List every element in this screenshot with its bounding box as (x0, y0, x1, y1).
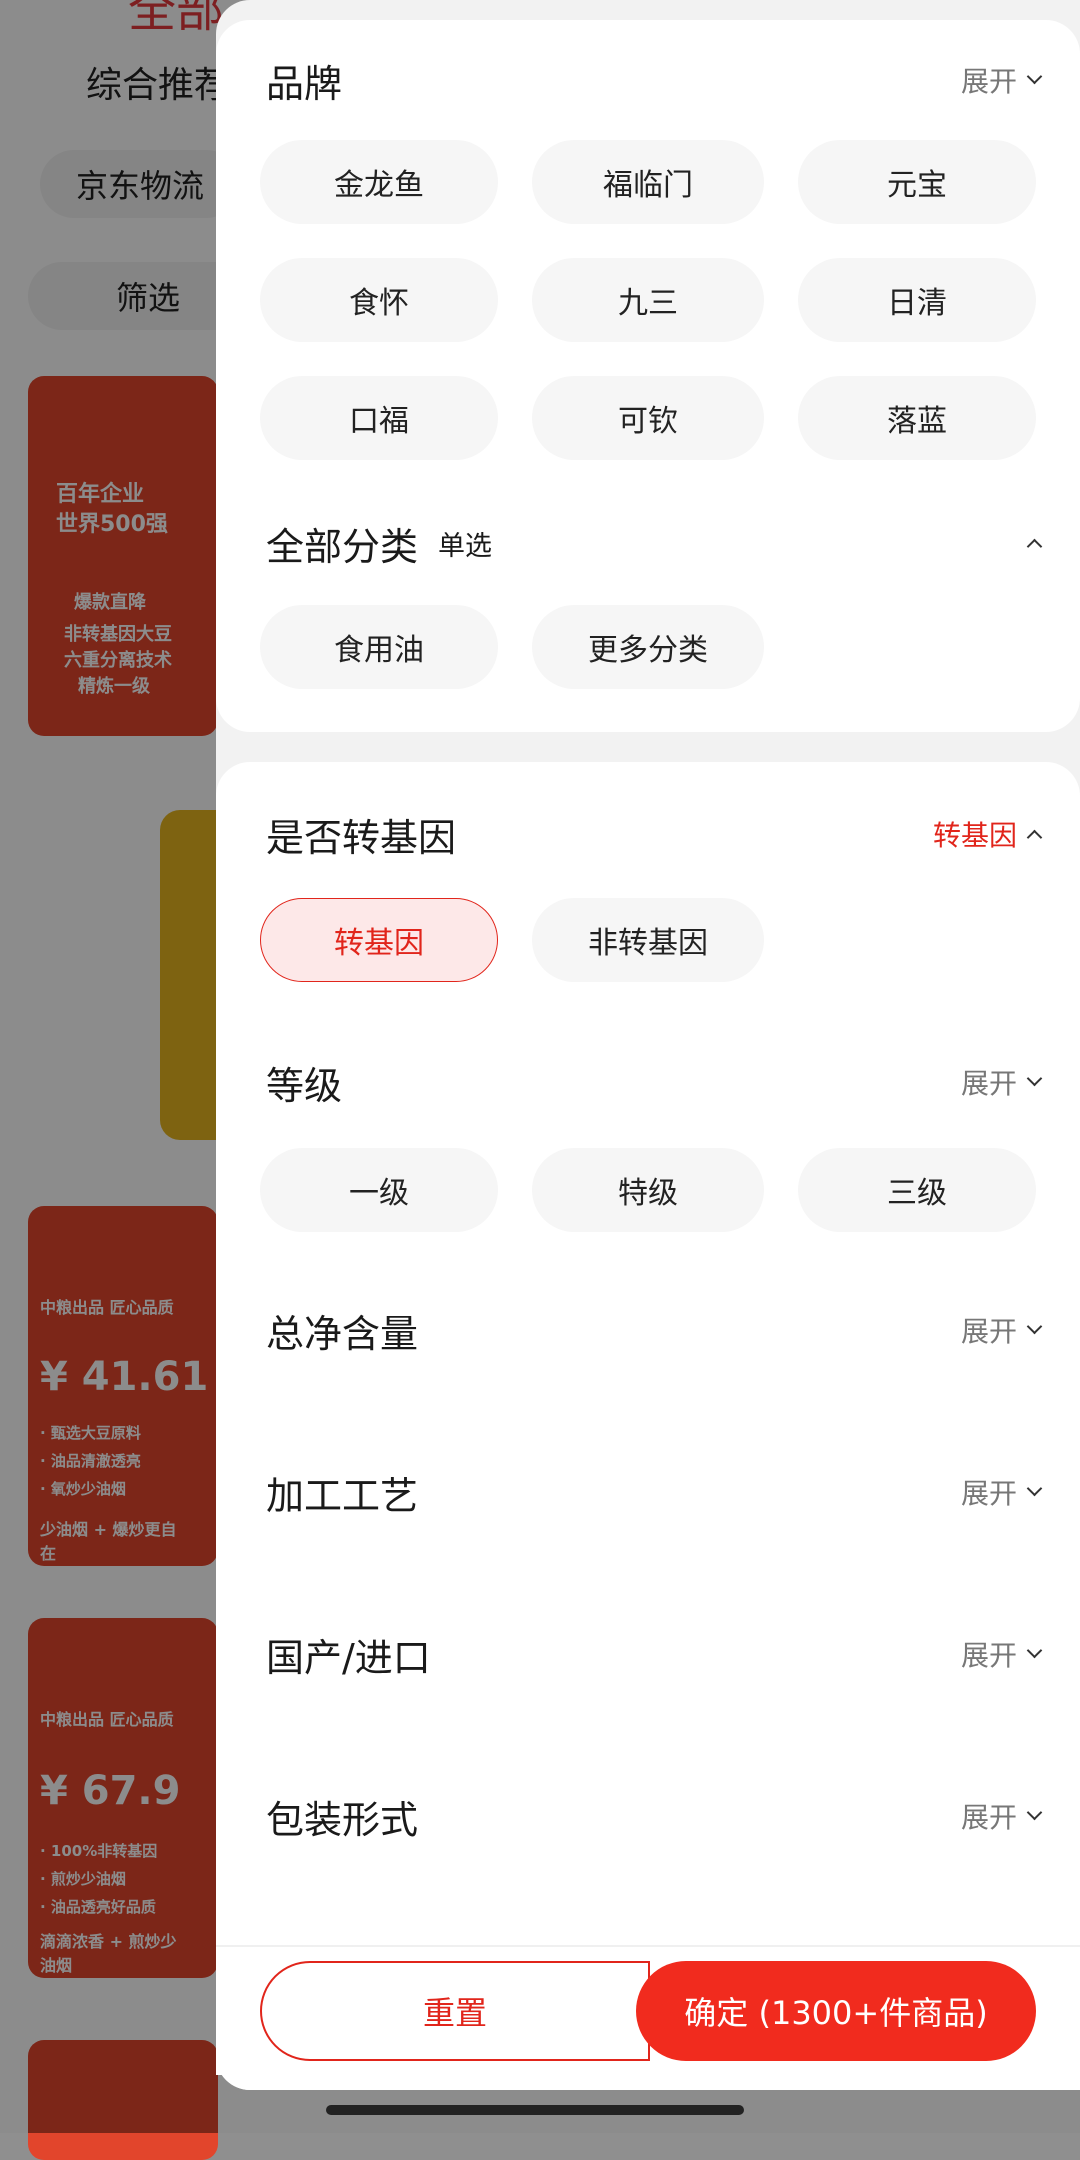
category-collapse-toggle[interactable] (1017, 535, 1043, 554)
brand-section-header: 品牌 展开 (266, 50, 1043, 110)
brand-chip[interactable]: 口福 (260, 376, 498, 460)
net-content-expand-toggle[interactable]: 展开 (960, 1310, 1043, 1350)
gmo-chip[interactable]: 非转基因 (532, 898, 764, 982)
brand-chip[interactable]: 金龙鱼 (260, 140, 498, 224)
chevron-down-icon (1026, 1318, 1043, 1334)
grade-chip[interactable]: 三级 (798, 1148, 1036, 1232)
net-content-section-header[interactable]: 总净含量 展开 (266, 1300, 1043, 1360)
process-title: 加工工艺 (266, 1473, 419, 1518)
brand-chip[interactable]: 九三 (532, 258, 764, 342)
grade-chip[interactable]: 特级 (532, 1148, 764, 1232)
chevron-down-icon (1026, 1804, 1043, 1820)
category-section-header: 全部分类 单选 (266, 513, 1043, 573)
packaging-section-header[interactable]: 包装形式 展开 (266, 1786, 1043, 1846)
chevron-up-icon (1026, 829, 1043, 845)
category-title: 全部分类 (266, 524, 419, 569)
gmo-chip-selected[interactable]: 转基因 (260, 898, 498, 982)
reset-button[interactable]: 重置 (260, 1961, 650, 2061)
brand-title: 品牌 (266, 61, 343, 106)
brand-chip[interactable]: 食怀 (260, 258, 498, 342)
brand-chip[interactable]: 元宝 (798, 140, 1036, 224)
category-chip[interactable]: 更多分类 (532, 605, 764, 689)
origin-title: 国产/进口 (266, 1635, 431, 1680)
chevron-down-icon (1026, 1642, 1043, 1658)
chevron-down-icon (1026, 1070, 1043, 1086)
brand-chip[interactable]: 落蓝 (798, 376, 1036, 460)
gmo-collapse-toggle[interactable]: 转基因 (932, 814, 1043, 854)
gmo-selected-summary: 转基因 (932, 819, 1017, 852)
brand-chip[interactable]: 日清 (798, 258, 1036, 342)
brand-chip[interactable]: 福临门 (532, 140, 764, 224)
expand-label: 展开 (960, 1067, 1017, 1100)
gmo-title: 是否转基因 (266, 815, 457, 860)
grade-options: 一级 特级 三级 (260, 1148, 1040, 1232)
grade-section-header: 等级 展开 (266, 1052, 1043, 1112)
confirm-button[interactable]: 确定 (1300+件商品) (636, 1961, 1036, 2061)
process-expand-toggle[interactable]: 展开 (960, 1472, 1043, 1512)
category-chip[interactable]: 食用油 (260, 605, 498, 689)
brand-expand-toggle[interactable]: 展开 (960, 60, 1043, 100)
brand-options: 金龙鱼 福临门 元宝 食怀 九三 日清 口福 可钦 落蓝 (260, 140, 1040, 460)
filter-drawer: 品牌 展开 金龙鱼 福临门 元宝 食怀 九三 日清 口福 可钦 落蓝 全部分类 … (216, 0, 1080, 2090)
chevron-up-icon (1026, 538, 1043, 554)
category-mode: 单选 (438, 530, 493, 562)
filter-panel-brand-category: 品牌 展开 金龙鱼 福临门 元宝 食怀 九三 日清 口福 可钦 落蓝 全部分类 … (216, 20, 1080, 732)
footer-divider (216, 1945, 1080, 1947)
expand-label: 展开 (960, 65, 1017, 98)
packaging-expand-toggle[interactable]: 展开 (960, 1796, 1043, 1836)
origin-expand-toggle[interactable]: 展开 (960, 1634, 1043, 1674)
process-section-header[interactable]: 加工工艺 展开 (266, 1462, 1043, 1522)
gmo-section-header: 是否转基因 转基因 (266, 804, 1043, 864)
category-options: 食用油 更多分类 (260, 605, 1040, 689)
net-content-title: 总净含量 (266, 1311, 419, 1356)
expand-label: 展开 (960, 1477, 1017, 1510)
filter-footer: 重置 确定 (1300+件商品) (216, 1945, 1080, 2075)
chevron-down-icon (1026, 68, 1043, 84)
home-indicator[interactable] (326, 2105, 744, 2115)
grade-title: 等级 (266, 1063, 343, 1108)
filter-panel-attributes: 是否转基因 转基因 转基因 非转基因 等级 展开 一级 特级 三级 总净含量 展… (216, 762, 1080, 2090)
gmo-options: 转基因 非转基因 (260, 898, 1040, 982)
origin-section-header[interactable]: 国产/进口 展开 (266, 1624, 1043, 1684)
expand-label: 展开 (960, 1801, 1017, 1834)
packaging-title: 包装形式 (266, 1797, 419, 1842)
grade-chip[interactable]: 一级 (260, 1148, 498, 1232)
brand-chip[interactable]: 可钦 (532, 376, 764, 460)
grade-expand-toggle[interactable]: 展开 (960, 1062, 1043, 1102)
expand-label: 展开 (960, 1639, 1017, 1672)
expand-label: 展开 (960, 1315, 1017, 1348)
chevron-down-icon (1026, 1480, 1043, 1496)
